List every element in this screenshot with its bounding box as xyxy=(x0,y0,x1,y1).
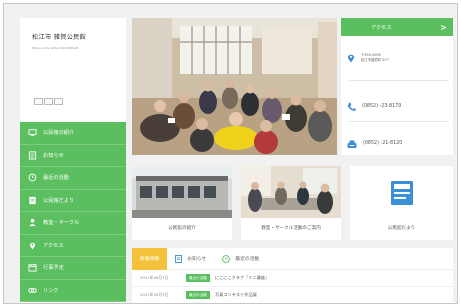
tile-label: 教室・サークル活動のご案内 xyxy=(261,226,321,231)
tab-label: 新着情報 xyxy=(140,257,160,262)
site-title: 松江市 雑賀公民館 xyxy=(32,34,87,41)
location-pin-icon xyxy=(28,241,37,250)
sidebar-item-newsletter[interactable]: 公民館だより xyxy=(20,189,126,212)
circle-group-icon xyxy=(28,218,37,227)
access-fax-row: (0852) -21-8120 xyxy=(347,134,402,153)
tab-new-info[interactable]: 新着情報 xyxy=(132,247,168,270)
access-tel-row[interactable]: (0852) -23-8179 xyxy=(347,97,401,116)
sidebar-item-classes-circles[interactable]: 教室・サークル xyxy=(20,212,126,235)
access-header-label: アクセス xyxy=(371,24,392,31)
sidebar-menu: 公民館の紹介 お知らせ 最近の活動 公民館だより 教室・サークル アクセス 行事… xyxy=(20,122,126,302)
phone-icon xyxy=(347,97,356,116)
newsletter-icon xyxy=(350,166,453,218)
location-pin-icon xyxy=(347,48,355,67)
tile-classes-circles[interactable]: 教室・サークル活動のご案内 xyxy=(241,166,341,240)
sidebar-item-event-schedule[interactable]: 行事予定 xyxy=(20,257,126,280)
access-header-link[interactable]: アクセス > xyxy=(341,18,453,36)
tile-label: 公民館の紹介 xyxy=(168,226,196,231)
news-tabs: 新着情報 お知らせ 最近の活動 xyxy=(132,247,453,270)
font-size-large-button[interactable] xyxy=(54,98,63,105)
calendar-icon xyxy=(28,263,37,272)
access-tel: (0852) -23-8179 xyxy=(362,104,402,109)
sidebar-item-label: アクセス xyxy=(43,242,64,249)
news-title[interactable]: 写真コンテスト作品展 xyxy=(215,292,257,298)
access-address-row: 〒690-0056 松江市雑賀町 677 xyxy=(347,48,389,67)
news-date: 2021年09月3日 xyxy=(140,292,169,297)
tile-introduction[interactable]: 公民館の紹介 xyxy=(132,166,232,240)
sidebar-item-label: 公民館の紹介 xyxy=(43,130,75,137)
sidebar-item-label: 最近の活動 xyxy=(43,175,69,182)
sidebar-item-notices[interactable]: お知らせ xyxy=(20,144,126,167)
font-size-buttons xyxy=(34,98,64,105)
sidebar-item-label: お知らせ xyxy=(43,152,64,159)
classroom-photo xyxy=(241,166,341,218)
fax-icon xyxy=(347,134,357,153)
sidebar-item-label: 公民館だより xyxy=(43,197,75,204)
sidebar-item-label: リンク xyxy=(43,287,59,294)
page-frame: 松江市 雑賀公民館 Matsue city SAIKA KOUMINKAN 公民… xyxy=(3,3,458,304)
sidebar-item-introduction[interactable]: 公民館の紹介 xyxy=(20,122,126,145)
tab-label: 最近の活動 xyxy=(235,257,260,262)
clock-icon xyxy=(28,173,37,182)
sidebar-item-recent-activities[interactable]: 最近の活動 xyxy=(20,167,126,190)
chevron-right-icon: > xyxy=(440,22,447,32)
site-subtitle: Matsue city SAIKA KOUMINKAN xyxy=(32,46,79,50)
font-size-medium-button[interactable] xyxy=(44,98,53,105)
news-title[interactable]: にこにこクラブ「ミニ講座」 xyxy=(215,275,269,281)
tab-label: お知らせ xyxy=(187,257,207,262)
clock-icon xyxy=(222,254,231,263)
tile-label: 公民館だより xyxy=(387,226,416,231)
divider xyxy=(349,80,449,81)
access-panel: アクセス > 〒690-0056 松江市雑賀町 677 (0852) -23-8… xyxy=(341,18,453,155)
tile-newsletter[interactable]: 公民館だより xyxy=(350,166,453,240)
tab-recent-activities[interactable]: 最近の活動 xyxy=(214,248,267,270)
sidebar-item-label: 行事予定 xyxy=(43,265,64,272)
tab-notices[interactable]: お知らせ xyxy=(167,248,214,270)
news-category-badge: 最近の活動 xyxy=(186,274,210,282)
access-fax: (0852) -21-8120 xyxy=(363,141,403,146)
news-date: 2021年09月7日 xyxy=(140,275,169,280)
hero-photo xyxy=(132,18,337,155)
site-brand[interactable]: 松江市 雑賀公民館 Matsue city SAIKA KOUMINKAN xyxy=(20,18,126,122)
news-item[interactable]: 2021年09月7日 最近の活動 にこにこクラブ「ミニ講座」 xyxy=(132,270,453,287)
font-size-small-button[interactable] xyxy=(34,98,43,105)
link-icon xyxy=(28,286,37,295)
sidebar-item-access[interactable]: アクセス xyxy=(20,234,126,257)
list-icon xyxy=(175,254,183,263)
newsletter-icon xyxy=(28,196,37,205)
news-item[interactable]: 2021年09月3日 最近の活動 写真コンテスト作品展 xyxy=(132,287,453,303)
monitor-icon xyxy=(28,128,37,137)
sidebar-item-links[interactable]: リンク xyxy=(20,279,126,302)
divider xyxy=(349,121,449,122)
sidebar: 松江市 雑賀公民館 Matsue city SAIKA KOUMINKAN 公民… xyxy=(20,18,126,303)
building-photo xyxy=(132,166,232,218)
news-category-badge: 最近の活動 xyxy=(186,291,210,299)
access-address: 松江市雑賀町 677 xyxy=(361,57,389,62)
news-section: 新着情報 お知らせ 最近の活動 2021年09月7日 最近の活動 にこにこクラブ… xyxy=(132,247,453,303)
sidebar-item-label: 教室・サークル xyxy=(43,220,80,227)
list-icon xyxy=(28,151,37,160)
